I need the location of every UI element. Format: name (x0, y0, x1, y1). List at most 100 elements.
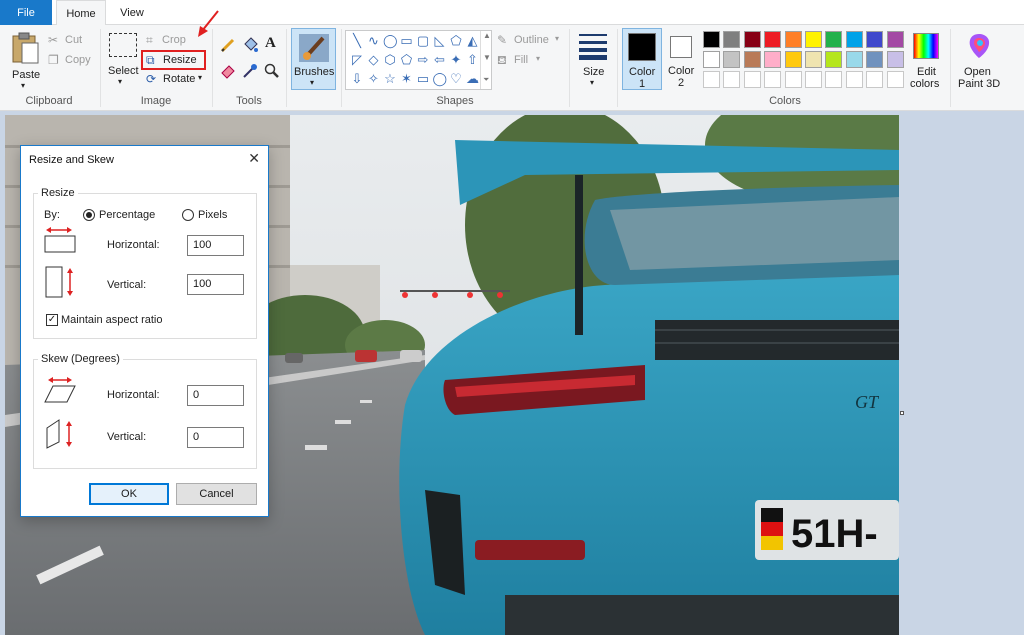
skew-vertical-input[interactable]: 0 (187, 427, 244, 448)
canvas-resize-handle[interactable] (900, 411, 904, 415)
percentage-radio[interactable] (83, 209, 95, 221)
select-label: Select (108, 65, 139, 77)
custom-color-slot[interactable] (723, 71, 741, 88)
pixels-radio[interactable] (182, 209, 194, 221)
shape-item-icon[interactable]: ∿ (367, 34, 381, 48)
select-button[interactable]: Select ▾ (106, 31, 140, 89)
palette-swatch[interactable] (845, 51, 863, 68)
close-icon[interactable]: ✕ (248, 150, 260, 167)
palette-swatch[interactable] (764, 31, 782, 48)
maintain-aspect-checkbox[interactable]: ✓ (46, 314, 58, 326)
shape-item-icon[interactable]: ◭ (466, 34, 480, 48)
brushes-button[interactable]: Brushes ▾ (291, 28, 336, 90)
edit-colors-button[interactable]: Edit colors (908, 31, 946, 91)
palette-swatch[interactable] (703, 51, 720, 68)
shape-item-icon[interactable]: ✦ (449, 53, 463, 67)
tab-home[interactable]: Home (56, 0, 106, 26)
shape-item-icon[interactable]: ⬡ (383, 53, 397, 67)
shape-item-icon[interactable]: ◯ (433, 72, 448, 86)
chevron-down-icon: ▾ (555, 34, 560, 43)
shape-item-icon[interactable]: ▭ (416, 72, 430, 86)
custom-color-slot[interactable] (703, 71, 720, 88)
shape-item-icon[interactable]: ⇦ (433, 53, 447, 67)
palette-swatch[interactable] (845, 31, 863, 48)
shape-item-icon[interactable]: ⬠ (449, 34, 463, 48)
shapes-scroll[interactable]: ▲ ▼ ⏷ (480, 31, 492, 89)
ok-button[interactable]: OK (89, 483, 169, 505)
text-tool-button[interactable]: A (264, 35, 280, 53)
palette-swatch[interactable] (866, 31, 884, 48)
size-button[interactable]: Size ▾ (575, 29, 611, 89)
shape-item-icon[interactable]: ✧ (367, 72, 381, 86)
palette-swatch[interactable] (825, 31, 843, 48)
resize-vertical-input[interactable]: 100 (187, 274, 244, 295)
shape-item-icon[interactable]: ◯ (383, 34, 398, 48)
palette-swatch[interactable] (723, 31, 741, 48)
shape-item-icon[interactable]: ⇨ (416, 53, 430, 67)
palette-swatch[interactable] (743, 51, 761, 68)
palette-swatch[interactable] (886, 31, 904, 48)
pencil-tool-button[interactable] (220, 37, 236, 53)
palette-swatch[interactable] (805, 51, 822, 68)
shape-item-icon[interactable]: ◇ (367, 53, 381, 67)
fill-button[interactable]: ⛾ Fill ▾ (497, 53, 547, 69)
tab-file[interactable]: File (0, 0, 52, 25)
magnifier-tool-button[interactable] (264, 63, 280, 79)
shape-item-icon[interactable]: ⬠ (400, 53, 414, 67)
open-paint3d-button[interactable]: Open Paint 3D (955, 31, 1003, 91)
custom-color-slot[interactable] (743, 71, 761, 88)
palette-swatch[interactable] (764, 51, 782, 68)
shape-item-icon[interactable]: ◺ (433, 34, 447, 48)
palette-swatch[interactable] (703, 31, 720, 48)
shape-item-icon[interactable]: ◸ (350, 53, 364, 67)
percentage-label[interactable]: Percentage (99, 209, 155, 221)
shape-item-icon[interactable]: ╲ (350, 34, 364, 48)
cut-label: Cut (65, 34, 83, 46)
custom-color-slot[interactable] (825, 71, 843, 88)
shape-item-icon[interactable]: ✶ (400, 72, 414, 86)
cut-button[interactable]: ✂ Cut (48, 33, 94, 49)
shape-item-icon[interactable]: ▢ (416, 34, 430, 48)
chevron-down-icon: ▾ (536, 54, 541, 63)
palette-swatch[interactable] (805, 31, 822, 48)
palette-swatch[interactable] (825, 51, 843, 68)
shape-item-icon[interactable]: ▭ (400, 34, 414, 48)
custom-color-slot[interactable] (886, 71, 904, 88)
skew-horizontal-input[interactable]: 0 (187, 385, 244, 406)
shape-item-icon[interactable]: ♡ (449, 72, 463, 86)
eraser-tool-button[interactable] (220, 63, 236, 79)
fill-tool-button[interactable] (242, 37, 258, 53)
custom-color-slot[interactable] (784, 71, 802, 88)
cancel-button[interactable]: Cancel (176, 483, 257, 505)
fill-label: Fill (514, 54, 529, 66)
custom-color-slot[interactable] (866, 71, 884, 88)
rotate-button[interactable]: ⟳ Rotate ▾ (146, 72, 206, 88)
maintain-aspect-label[interactable]: Maintain aspect ratio (61, 314, 163, 326)
palette-swatch[interactable] (784, 31, 802, 48)
crop-button[interactable]: ⌗ Crop (146, 33, 192, 49)
paste-button[interactable]: Paste ▾ (6, 29, 44, 91)
shape-item-icon[interactable]: ☁ (466, 72, 480, 86)
custom-color-slot[interactable] (805, 71, 822, 88)
palette-swatch[interactable] (723, 51, 741, 68)
color2-button[interactable]: Color 2 (664, 28, 700, 90)
ribbon-divider (950, 29, 951, 107)
text-icon: A (265, 35, 276, 51)
palette-swatch[interactable] (886, 51, 904, 68)
color-picker-tool-button[interactable] (242, 63, 258, 79)
palette-swatch[interactable] (784, 51, 802, 68)
shape-item-icon[interactable]: ☆ (383, 72, 397, 86)
copy-button[interactable]: ❐ Copy (48, 53, 96, 69)
color1-button[interactable]: Color 1 (622, 28, 662, 90)
shape-item-icon[interactable]: ⇩ (350, 72, 364, 86)
palette-swatch[interactable] (866, 51, 884, 68)
pixels-label[interactable]: Pixels (198, 209, 227, 221)
palette-swatch[interactable] (743, 31, 761, 48)
resize-horizontal-input[interactable]: 100 (187, 235, 244, 256)
by-label: By: (44, 209, 60, 221)
shape-item-icon[interactable]: ⇧ (466, 53, 480, 67)
custom-color-slot[interactable] (845, 71, 863, 88)
tab-view[interactable]: View (110, 0, 154, 25)
custom-color-slot[interactable] (764, 71, 782, 88)
outline-button[interactable]: ✎ Outline ▾ (497, 33, 567, 49)
